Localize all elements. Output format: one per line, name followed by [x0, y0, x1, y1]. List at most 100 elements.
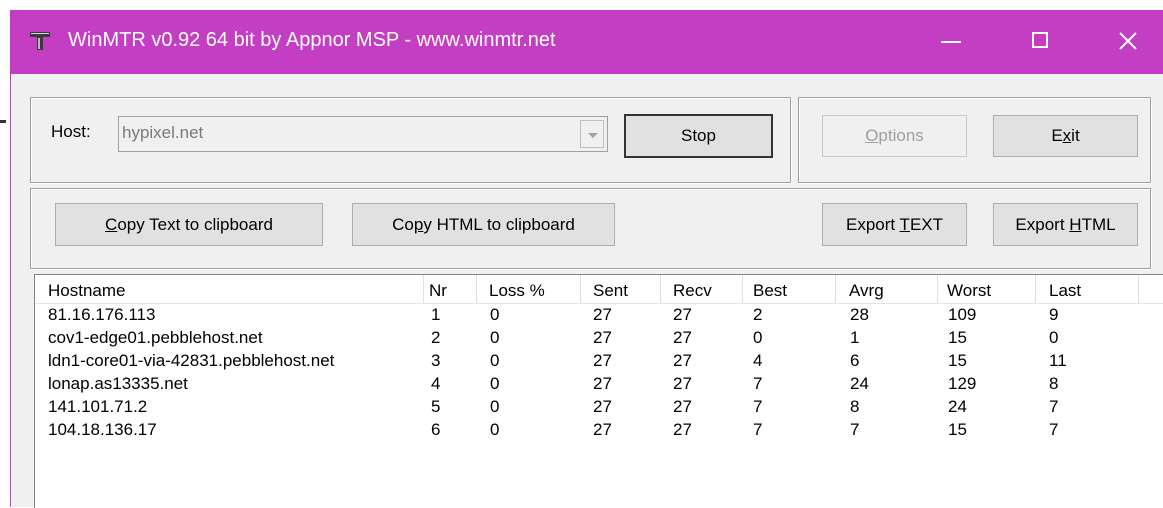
cell-nr: 6 — [431, 420, 441, 439]
close-button[interactable] — [1094, 10, 1163, 74]
cell-recv: 27 — [673, 374, 692, 393]
cell-nr: 3 — [431, 351, 441, 370]
desktop-fragment — [0, 120, 6, 123]
copy-html-button[interactable]: Copy HTML to clipboard — [352, 203, 615, 246]
window-title: WinMTR v0.92 64 bit by Appnor MSP - www.… — [68, 29, 556, 51]
column-header-recv[interactable]: Recv — [667, 275, 742, 303]
cell-nr: 4 — [431, 374, 441, 393]
cell-worst: 15 — [948, 351, 967, 370]
cell-hostname: 104.18.136.17 — [48, 420, 157, 439]
exit-button[interactable]: Exit — [993, 115, 1138, 157]
table-row[interactable]: ldn1-core01-via-42831.pebblehost.net 3 0… — [35, 349, 1163, 372]
maximize-button[interactable] — [1008, 10, 1078, 74]
cell-nr: 1 — [431, 305, 441, 324]
cell-recv: 27 — [673, 420, 692, 439]
export-text-button[interactable]: Export TEXT — [822, 203, 967, 246]
cell-loss: 0 — [490, 351, 500, 370]
cell-sent: 27 — [593, 397, 612, 416]
copy-text-button[interactable]: Copy Text to clipboard — [55, 203, 323, 246]
table-row[interactable]: 81.16.176.113 1 0 27 27 2 28 109 9 — [35, 303, 1163, 326]
exit-mnemonic: x — [1062, 126, 1072, 145]
cell-last: 0 — [1049, 328, 1059, 347]
results-listview[interactable]: Hostname Nr Loss % Sent Recv Best Avrg W… — [34, 274, 1163, 508]
cell-sent: 27 — [593, 351, 612, 370]
column-divider[interactable] — [937, 275, 938, 303]
cell-best: 2 — [753, 305, 763, 324]
table-row[interactable]: cov1-edge01.pebblehost.net 2 0 27 27 0 1… — [35, 326, 1163, 349]
cell-avrg: 7 — [850, 420, 860, 439]
exit-button-label: Exit — [1051, 126, 1080, 145]
options-button-label: Options — [865, 126, 924, 145]
cell-sent: 27 — [593, 328, 612, 347]
cell-last: 7 — [1049, 420, 1059, 439]
cell-worst: 15 — [948, 420, 967, 439]
copy-html-mnemonic: p — [413, 215, 424, 234]
cell-loss: 0 — [490, 420, 500, 439]
cell-loss: 0 — [490, 397, 500, 416]
column-divider[interactable] — [660, 275, 661, 303]
cell-best: 7 — [753, 374, 763, 393]
cell-hostname: cov1-edge01.pebblehost.net — [48, 328, 263, 347]
export-text-label: Export TEXT — [845, 215, 943, 234]
column-divider[interactable] — [835, 275, 836, 303]
table-row[interactable]: 104.18.136.17 6 0 27 27 7 7 15 7 — [35, 418, 1163, 441]
column-header-hostname[interactable]: Hostname — [42, 275, 423, 303]
minimize-button[interactable] — [917, 10, 987, 74]
cell-recv: 27 — [673, 397, 692, 416]
table-header: Hostname Nr Loss % Sent Recv Best Avrg W… — [35, 275, 1163, 304]
app-icon — [29, 30, 51, 52]
column-divider[interactable] — [580, 275, 581, 303]
column-header-sent[interactable]: Sent — [587, 275, 660, 303]
cell-avrg: 1 — [850, 328, 860, 347]
combo-dropdown-button[interactable] — [580, 120, 604, 148]
column-divider[interactable] — [1138, 275, 1139, 303]
cell-worst: 129 — [948, 374, 977, 393]
options-mnemonic: O — [865, 126, 879, 145]
cell-avrg: 6 — [850, 351, 860, 370]
cell-loss: 0 — [490, 305, 500, 324]
cell-last: 9 — [1049, 305, 1059, 324]
column-divider[interactable] — [1035, 275, 1036, 303]
options-button[interactable]: Options — [822, 115, 967, 157]
copy-html-label: Copy HTML to clipboard — [392, 215, 575, 234]
export-text-mnemonic: T — [899, 215, 910, 234]
export-html-button[interactable]: Export HTML — [993, 203, 1138, 246]
column-header-nr[interactable]: Nr — [423, 275, 476, 303]
cell-nr: 5 — [431, 397, 441, 416]
cell-loss: 0 — [490, 374, 500, 393]
cell-last: 7 — [1049, 397, 1059, 416]
minimize-icon — [941, 41, 961, 43]
column-header-last[interactable]: Last — [1043, 275, 1138, 303]
cell-recv: 27 — [673, 328, 692, 347]
title-bar[interactable]: WinMTR v0.92 64 bit by Appnor MSP - www.… — [11, 10, 1163, 74]
stop-button[interactable]: Stop — [624, 114, 773, 158]
chevron-down-icon — [588, 133, 598, 138]
cell-worst: 15 — [948, 328, 967, 347]
table-row[interactable]: 141.101.71.2 5 0 27 27 7 8 24 7 — [35, 395, 1163, 418]
copy-text-label: Copy Text to clipboard — [105, 215, 273, 234]
copy-text-mnemonic: C — [105, 215, 118, 234]
cell-sent: 27 — [593, 374, 612, 393]
table-row[interactable]: lonap.as13335.net 4 0 27 27 7 24 129 8 — [35, 372, 1163, 395]
host-value: hypixel.net — [122, 123, 204, 142]
cell-recv: 27 — [673, 305, 692, 324]
cell-avrg: 8 — [850, 397, 860, 416]
cell-nr: 2 — [431, 328, 441, 347]
host-combobox[interactable]: hypixel.net — [118, 116, 608, 152]
column-header-avrg[interactable]: Avrg — [843, 275, 937, 303]
cell-last: 8 — [1049, 374, 1059, 393]
cell-last: 11 — [1049, 351, 1067, 370]
column-header-worst[interactable]: Worst — [941, 275, 1035, 303]
column-header-loss[interactable]: Loss % — [483, 275, 580, 303]
column-divider[interactable] — [742, 275, 743, 303]
stop-button-label: Stop — [681, 126, 716, 145]
cell-sent: 27 — [593, 420, 612, 439]
cell-recv: 27 — [673, 351, 692, 370]
close-icon — [1119, 32, 1137, 50]
cell-hostname: 141.101.71.2 — [48, 397, 148, 416]
column-divider[interactable] — [476, 275, 477, 303]
cell-best: 0 — [753, 328, 763, 347]
column-header-best[interactable]: Best — [747, 275, 835, 303]
cell-best: 7 — [753, 420, 763, 439]
cell-worst: 109 — [948, 305, 977, 324]
